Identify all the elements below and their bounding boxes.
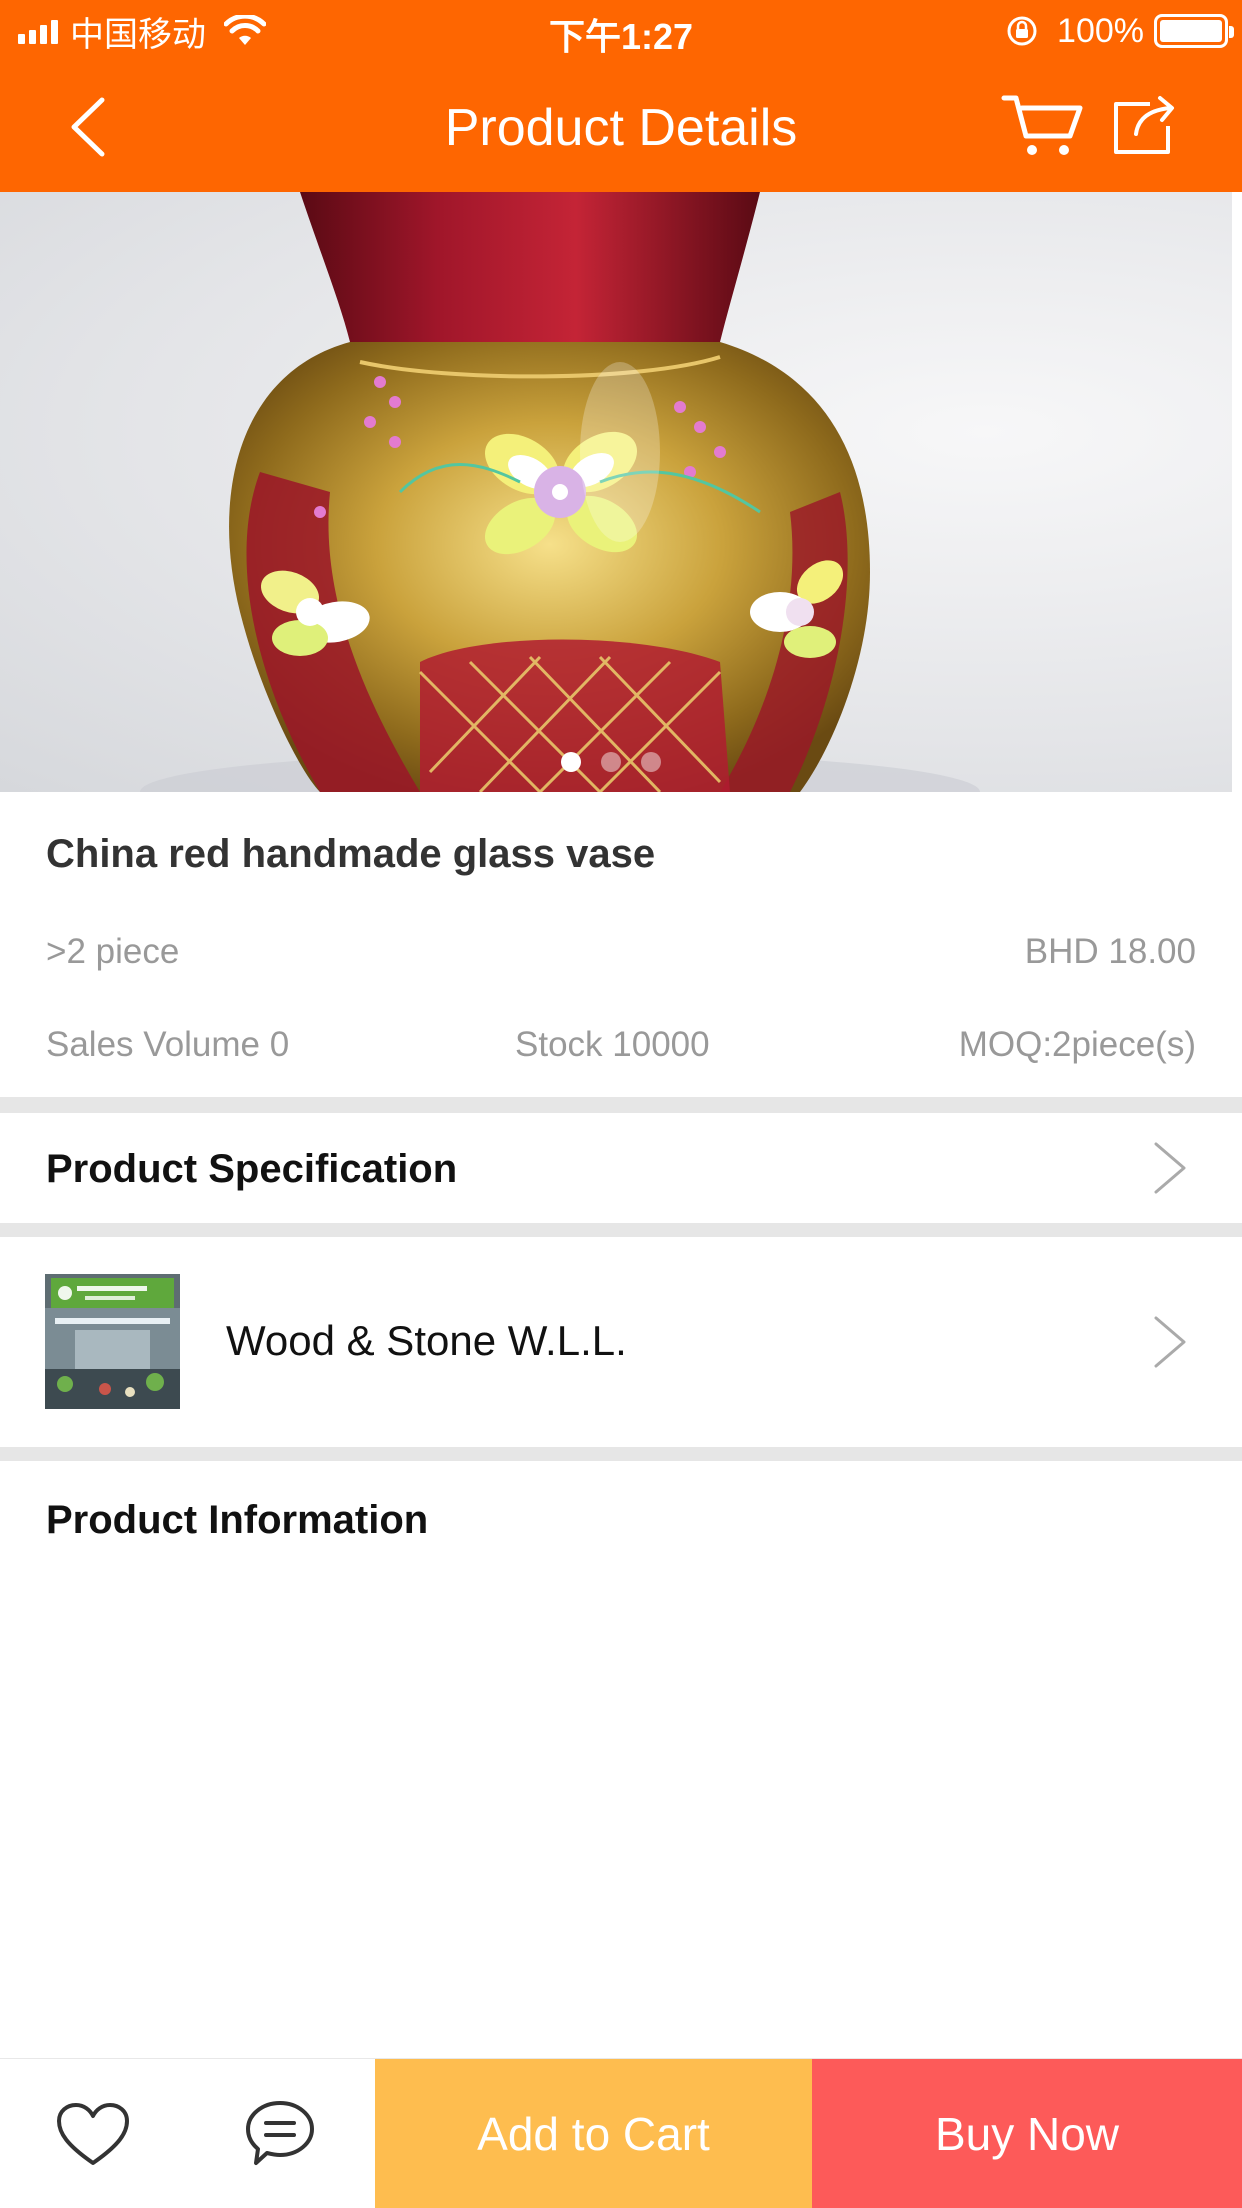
- carousel-dot: [561, 752, 581, 772]
- status-bar: 中国移动 下午1:27 100%: [0, 0, 1242, 62]
- product-info: China red handmade glass vase >2 piece B…: [0, 792, 1242, 1097]
- vase-photo: [140, 192, 980, 792]
- heart-icon[interactable]: [55, 2101, 131, 2169]
- bottom-action-bar: Add to Cart Buy Now: [0, 2058, 1242, 2208]
- product-image-carousel[interactable]: [0, 192, 1232, 792]
- add-to-cart-button[interactable]: Add to Cart: [375, 2059, 812, 2208]
- chevron-right-icon: [1154, 1316, 1186, 1368]
- product-details-screen: 中国移动 下午1:27 100% Product Details China r…: [0, 0, 1242, 2208]
- chat-icon[interactable]: [244, 2099, 316, 2169]
- specification-label: Product Specification: [46, 1147, 458, 1191]
- quantity-tier: >2 piece: [46, 932, 180, 971]
- nav-bar: Product Details: [0, 62, 1242, 192]
- tier-price: BHD 18.00: [1024, 932, 1196, 971]
- divider: [0, 1223, 1242, 1237]
- battery-icon: [1154, 14, 1234, 48]
- carousel-dot: [601, 752, 621, 772]
- share-icon[interactable]: [1110, 90, 1180, 160]
- rotation-lock-icon: [1007, 16, 1037, 46]
- store-thumbnail: [45, 1274, 180, 1409]
- moq: MOQ:2piece(s): [958, 1025, 1196, 1064]
- product-specification-row[interactable]: Product Specification: [0, 1113, 1242, 1223]
- carousel-dot: [641, 752, 661, 772]
- chevron-right-icon: [1154, 1142, 1186, 1194]
- cart-icon[interactable]: [1000, 90, 1086, 160]
- divider: [0, 1447, 1242, 1461]
- product-information-heading: Product Information: [46, 1498, 429, 1542]
- battery-percent: 100%: [1057, 11, 1144, 50]
- store-name: Wood & Stone W.L.L.: [226, 1317, 627, 1364]
- buy-now-button[interactable]: Buy Now: [812, 2059, 1242, 2208]
- store-row[interactable]: Wood & Stone W.L.L.: [0, 1237, 1242, 1447]
- status-right: 100%: [1005, 10, 1234, 52]
- sales-volume: Sales Volume 0: [46, 1025, 290, 1064]
- stock-count: Stock 10000: [515, 1025, 710, 1064]
- product-title: China red handmade glass vase: [46, 832, 656, 876]
- divider: [0, 1097, 1242, 1113]
- carousel-dots: [561, 752, 661, 772]
